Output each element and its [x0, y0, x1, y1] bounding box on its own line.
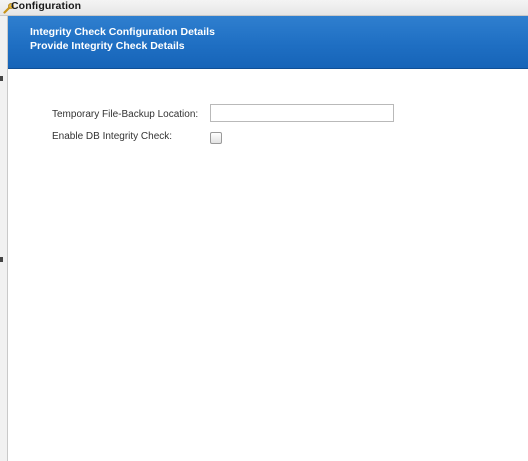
- section-header: Integrity Check Configuration Details Pr…: [8, 16, 528, 69]
- header-subtitle: Provide Integrity Check Details: [30, 40, 185, 52]
- window-title: Configuration: [11, 0, 82, 12]
- enable-db-check-label: Enable DB Integrity Check:: [52, 131, 173, 142]
- backup-location-input[interactable]: [210, 104, 394, 122]
- edge-marker: [0, 257, 3, 262]
- window-left-border: [0, 16, 8, 461]
- edge-marker: [0, 76, 3, 81]
- header-title: Integrity Check Configuration Details: [30, 26, 215, 38]
- backup-location-label: Temporary File-Backup Location:: [52, 109, 199, 120]
- enable-db-check-checkbox[interactable]: [210, 132, 222, 144]
- configuration-window: Configuration Integrity Check Configurat…: [0, 0, 528, 461]
- title-bar: Configuration: [0, 0, 528, 16]
